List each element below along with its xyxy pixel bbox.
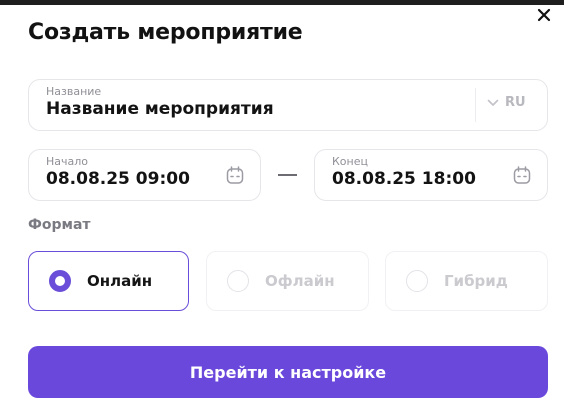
radio-selected-icon[interactable] — [49, 270, 71, 292]
submit-button[interactable]: Перейти к настройке — [28, 346, 548, 398]
format-label: Формат — [28, 217, 91, 233]
start-date-input[interactable]: 08.08.25 09:00 — [46, 169, 190, 189]
format-option-online[interactable]: Онлайн — [28, 251, 189, 311]
format-option-label: Онлайн — [87, 272, 153, 290]
close-icon — [537, 8, 551, 22]
format-option-offline[interactable]: Офлайн — [206, 251, 369, 311]
format-option-hybrid[interactable]: Гибрид — [385, 251, 548, 311]
event-name-input[interactable]: Название мероприятия — [46, 99, 274, 119]
dialog-title: Создать мероприятие — [28, 20, 303, 45]
start-date-label: Начало — [46, 155, 89, 168]
end-date-input[interactable]: 08.08.25 18:00 — [332, 169, 476, 189]
divider — [475, 88, 476, 122]
date-range-separator — [278, 174, 297, 176]
calendar-icon[interactable] — [513, 166, 531, 185]
top-bar — [0, 0, 564, 5]
radio-icon[interactable] — [406, 270, 428, 292]
chevron-down-icon — [487, 99, 499, 106]
language-value: RU — [505, 95, 526, 110]
close-button[interactable] — [533, 4, 555, 26]
event-name-field[interactable]: Название Название мероприятия RU — [28, 79, 548, 131]
format-option-label: Гибрид — [444, 272, 508, 290]
start-date-field[interactable]: Начало 08.08.25 09:00 — [28, 149, 261, 201]
end-date-label: Конец — [332, 155, 368, 168]
language-select[interactable]: RU — [487, 95, 526, 110]
format-option-label: Офлайн — [265, 272, 335, 290]
end-date-field[interactable]: Конец 08.08.25 18:00 — [314, 149, 548, 201]
radio-icon[interactable] — [227, 270, 249, 292]
calendar-icon[interactable] — [226, 166, 244, 185]
event-name-label: Название — [46, 85, 102, 98]
